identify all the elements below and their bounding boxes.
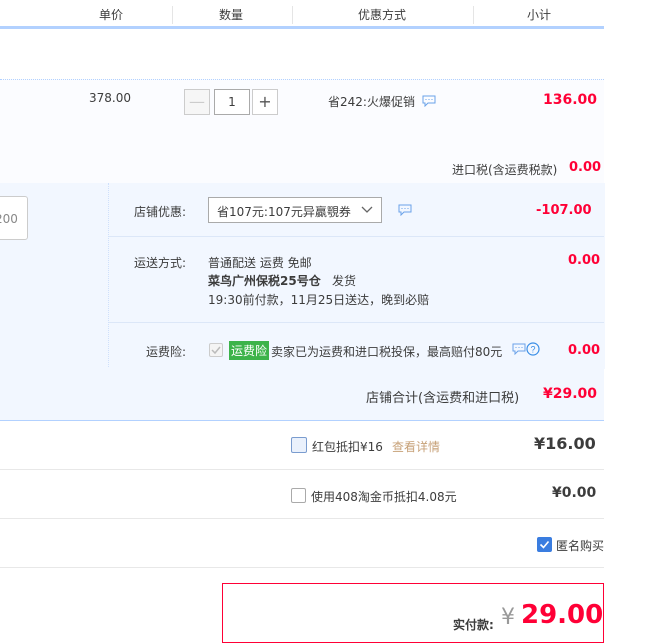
message-input[interactable]: 200 xyxy=(0,196,28,240)
insurance-value: 0.00 xyxy=(568,343,601,358)
header-discount: 优惠方式 xyxy=(358,8,407,22)
item-price: 378.00 xyxy=(89,91,131,105)
increase-quantity-button[interactable]: + xyxy=(252,89,278,115)
divider xyxy=(0,567,604,568)
shipping-warehouse: 菜鸟广州保税25号仓 xyxy=(208,274,321,288)
decrease-quantity-button[interactable]: — xyxy=(184,89,210,115)
column-separator xyxy=(292,6,293,24)
redpacket-checkbox[interactable] xyxy=(291,437,307,453)
check-icon xyxy=(211,346,221,355)
store-coupon-label: 店铺优惠: xyxy=(134,205,187,219)
column-separator xyxy=(172,6,173,24)
help-icon[interactable]: ? xyxy=(526,342,540,359)
import-tax-value: 0.00 xyxy=(569,160,602,175)
svg-text:?: ? xyxy=(530,345,535,355)
header-unit-price: 单价 xyxy=(99,8,124,22)
message-input-text: 200 xyxy=(0,212,18,226)
store-total-value: ¥29.00 xyxy=(543,386,598,402)
item-promo: 省242:火爆促销 xyxy=(328,95,415,109)
payment-summary: 实付款: ¥ 29.00 xyxy=(222,583,604,643)
payment-amount: 29.00 xyxy=(521,600,604,630)
shipping-dispatch: 发货 xyxy=(332,274,357,288)
store-coupon-value: -107.00 xyxy=(536,203,592,218)
item-subtotal: 136.00 xyxy=(543,92,598,108)
quantity-input[interactable]: 1 xyxy=(214,89,250,115)
divider xyxy=(109,322,604,323)
check-icon xyxy=(539,540,550,549)
taojinbi-checkbox[interactable] xyxy=(291,488,306,503)
chevron-down-icon xyxy=(361,206,373,213)
taojinbi-label: 使用408淘金币抵扣4.08元 xyxy=(311,490,457,504)
table-header: 单价 数量 优惠方式 小计 xyxy=(0,0,604,29)
header-subtotal: 小计 xyxy=(527,8,552,22)
payment-label: 实付款: xyxy=(453,618,494,632)
insurance-text: 卖家已为运费和进口税投保，最高赔付80元 xyxy=(271,345,503,359)
chat-icon[interactable] xyxy=(398,204,412,219)
payment-currency: ¥ xyxy=(501,605,515,630)
redpacket-label: 红包抵扣¥16 xyxy=(312,440,383,454)
divider xyxy=(0,518,604,519)
store-coupon-selected: 省107元:107元异贏覨券 xyxy=(217,205,351,219)
chat-icon[interactable] xyxy=(422,95,436,110)
import-tax-label: 进口税(含运费税款) xyxy=(452,163,558,177)
shipping-method: 普通配送 运费 免邮 xyxy=(208,256,312,270)
redpacket-details-link[interactable]: 查看详情 xyxy=(392,438,440,455)
taojinbi-value: ¥0.00 xyxy=(552,485,597,501)
store-coupon-select[interactable]: 省107元:107元异贏覨券 xyxy=(208,197,382,223)
insurance-label: 运费险: xyxy=(146,345,187,359)
divider xyxy=(0,469,604,470)
anonymous-label: 匿名购买 xyxy=(556,539,605,553)
shipping-delivery: 19:30前付款，11月25日送达，晚到必赔 xyxy=(208,293,430,307)
header-quantity: 数量 xyxy=(219,8,244,22)
shipping-label: 运送方式: xyxy=(134,256,187,270)
store-total-label: 店铺合计(含运费和进口税) xyxy=(366,391,520,406)
insurance-checkbox xyxy=(209,343,223,357)
redpacket-value: ¥16.00 xyxy=(534,434,596,453)
shipping-value: 0.00 xyxy=(568,253,601,268)
chat-icon[interactable] xyxy=(512,343,526,358)
column-separator xyxy=(473,6,474,24)
insurance-badge: 运费险 xyxy=(229,341,270,360)
anonymous-checkbox[interactable] xyxy=(537,537,552,552)
divider xyxy=(109,236,604,237)
